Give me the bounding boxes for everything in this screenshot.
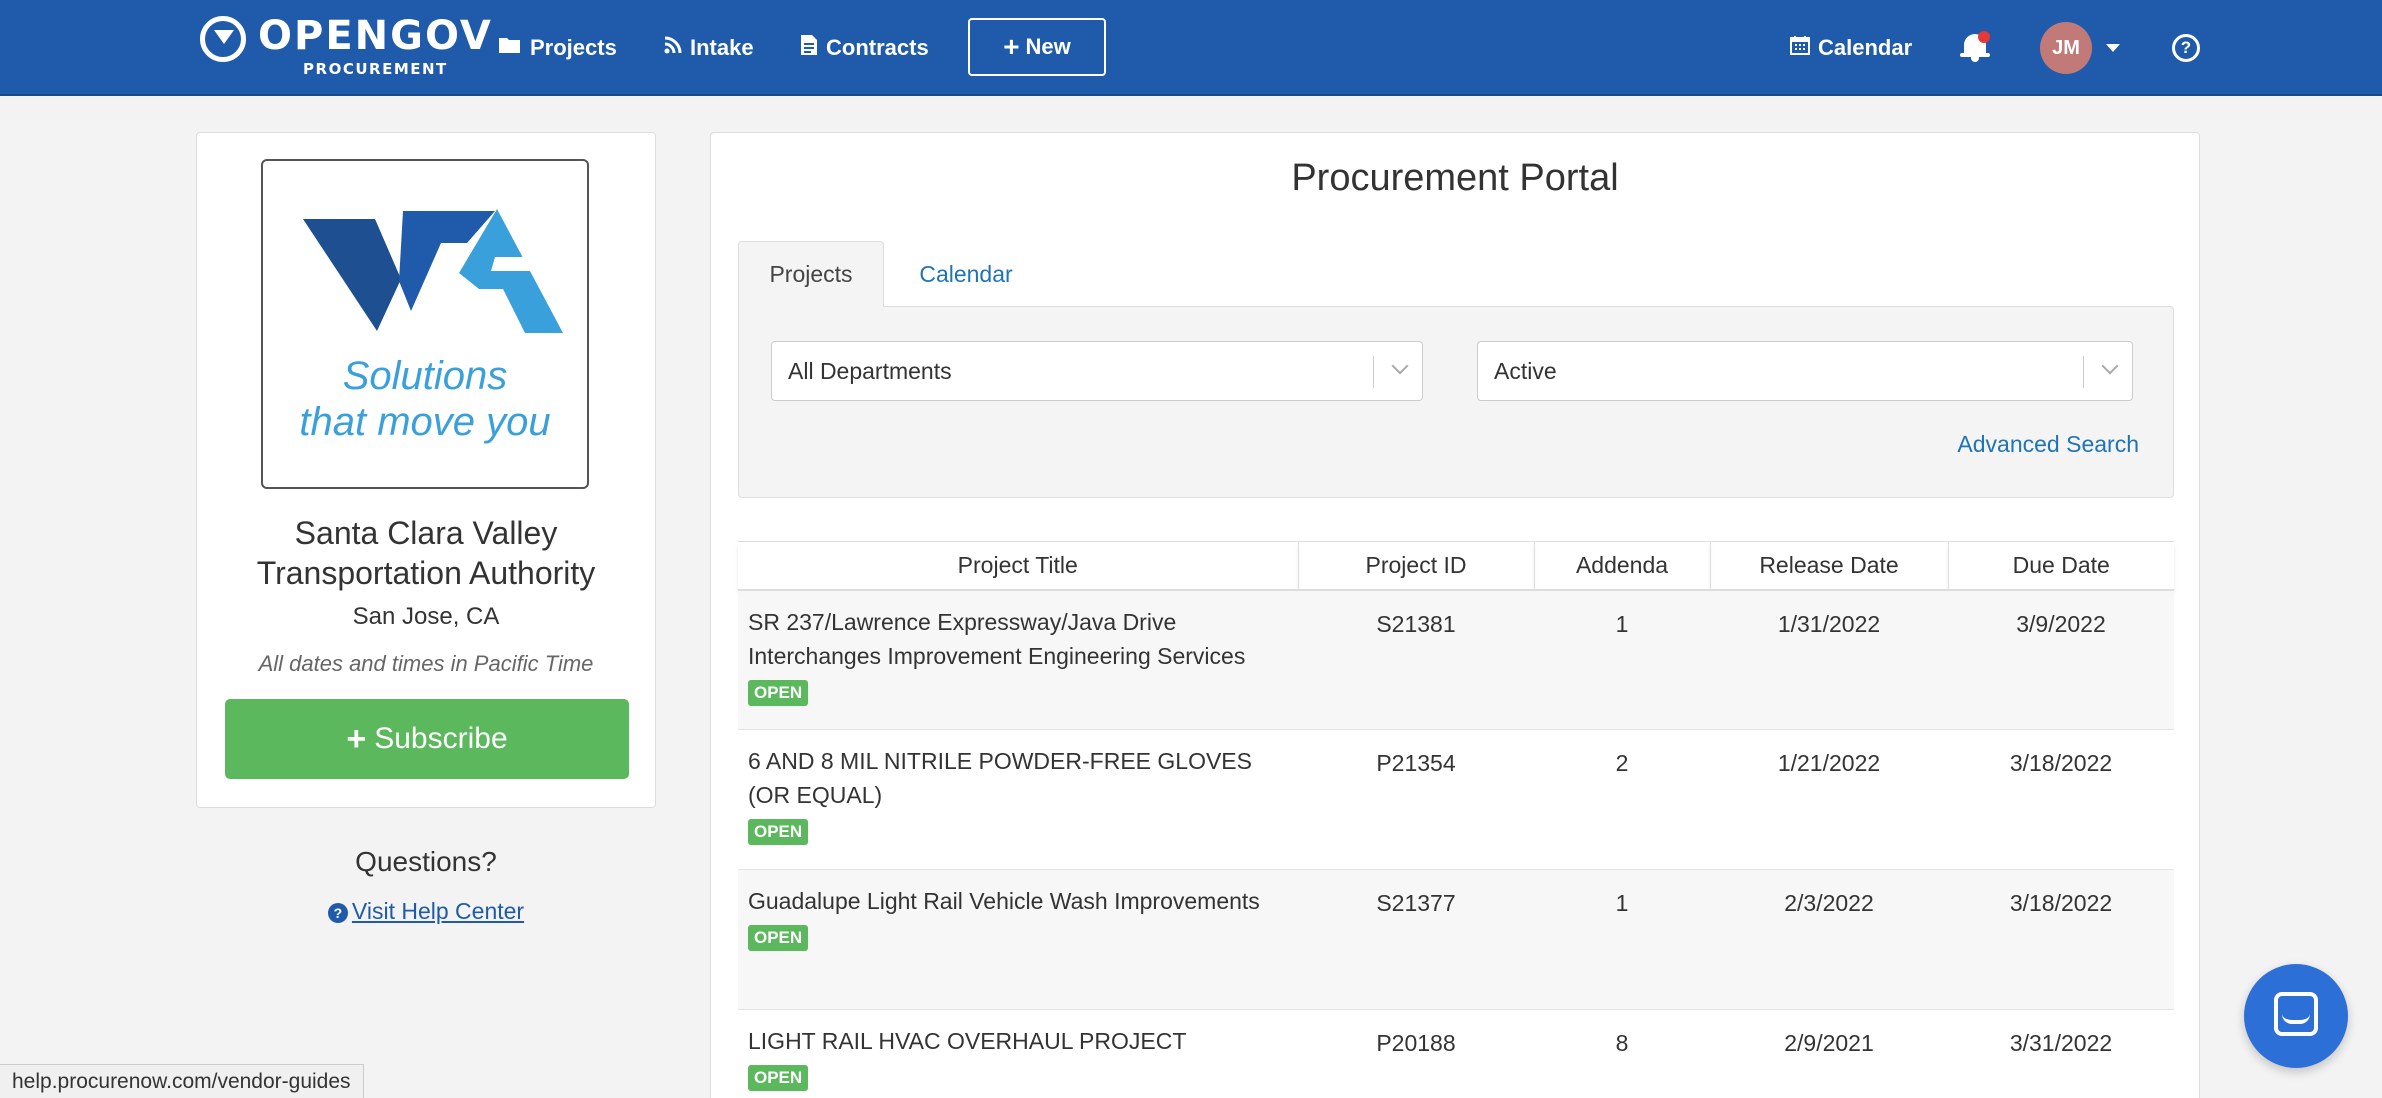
procurement-portal-card: Procurement Portal Projects Calendar All… (710, 132, 2200, 1098)
organization-logo: Solutions that move you (261, 159, 589, 489)
nav-projects-label: Projects (530, 35, 617, 60)
help-icon[interactable]: ? (2172, 34, 2200, 62)
project-id: P21354 (1298, 729, 1534, 870)
nav-projects[interactable]: Projects (498, 30, 617, 66)
project-title-cell[interactable]: SR 237/Lawrence Expressway/Java Drive In… (738, 589, 1298, 730)
calendar-icon (1790, 35, 1810, 61)
page-title: Procurement Portal (1291, 157, 1619, 199)
column-header-addenda[interactable]: Addenda (1533, 541, 1710, 591)
status-select-value: Active (1494, 357, 1557, 384)
folder-icon (498, 35, 522, 61)
subscribe-label: Subscribe (374, 722, 508, 755)
column-header-release-date[interactable]: Release Date (1709, 541, 1948, 591)
column-header-id[interactable]: Project ID (1297, 541, 1534, 591)
nav-intake-label: Intake (690, 35, 754, 60)
opengov-logo-icon (200, 16, 246, 62)
nav-intake[interactable]: Intake (664, 30, 754, 66)
project-release-date: 2/3/2022 (1710, 869, 1948, 1010)
column-header-due-date[interactable]: Due Date (1947, 541, 2174, 591)
project-id: S21377 (1298, 869, 1534, 1010)
project-addenda: 1 (1534, 869, 1710, 1010)
status-badge: OPEN (748, 679, 809, 706)
tab-calendar[interactable]: Calendar (896, 241, 1036, 307)
organization-location: San Jose, CA (352, 603, 500, 630)
subscribe-button[interactable]: + Subscribe (225, 699, 629, 779)
table-row[interactable]: 6 AND 8 MIL NITRILE POWDER-FREE GLOVES (… (738, 729, 2174, 870)
projects-table: Project Title Project ID Addenda Release… (738, 541, 2174, 1098)
status-select[interactable]: Active (1477, 341, 2133, 401)
org-name-line-1: Santa Clara Valley (294, 515, 558, 551)
project-title[interactable]: LIGHT RAIL HVAC OVERHAUL PROJECT (748, 1024, 1288, 1058)
brand-main: OPENGOV (258, 13, 493, 59)
project-id: S21381 (1298, 589, 1534, 730)
plus-icon: + (346, 719, 367, 758)
project-title-cell[interactable]: 6 AND 8 MIL NITRILE POWDER-FREE GLOVES (… (738, 729, 1298, 870)
table-row[interactable]: LIGHT RAIL HVAC OVERHAUL PROJECT OPEN P2… (738, 1009, 2174, 1098)
tab-projects[interactable]: Projects (738, 241, 884, 307)
project-release-date: 2/9/2021 (1710, 1009, 1948, 1098)
new-button-label: New (1025, 34, 1071, 59)
project-id: P20188 (1298, 1009, 1534, 1098)
project-title-cell[interactable]: Guadalupe Light Rail Vehicle Wash Improv… (738, 869, 1298, 1010)
project-release-date: 1/31/2022 (1710, 589, 1948, 730)
organization-card: Solutions that move you Santa Clara Vall… (196, 132, 656, 808)
status-badge: OPEN (748, 1065, 809, 1091)
help-center-link-label: Visit Help Center (351, 898, 525, 924)
question-circle-icon: ? (327, 903, 348, 923)
file-icon (800, 34, 818, 62)
plus-icon: + (1003, 31, 1020, 62)
project-title[interactable]: Guadalupe Light Rail Vehicle Wash Improv… (748, 884, 1288, 918)
status-badge: OPEN (748, 925, 809, 951)
notification-dot (1978, 31, 1990, 43)
project-title-cell[interactable]: LIGHT RAIL HVAC OVERHAUL PROJECT OPEN (738, 1009, 1298, 1098)
tagline-line-2: that move you (299, 400, 551, 444)
project-due-date: 3/18/2022 (1948, 869, 2174, 1010)
project-addenda: 8 (1534, 1009, 1710, 1098)
questions-heading: Questions? (355, 846, 497, 877)
project-addenda: 1 (1534, 589, 1710, 730)
advanced-search-link[interactable]: Advanced Search (1957, 431, 2139, 458)
org-name-line-2: Transportation Authority (256, 555, 596, 591)
nav-contracts[interactable]: Contracts (800, 30, 929, 66)
department-select[interactable]: All Departments (771, 341, 1423, 401)
tagline-line-1: Solutions (342, 354, 508, 398)
table-row[interactable]: Guadalupe Light Rail Vehicle Wash Improv… (738, 869, 2174, 1010)
vta-logo-mark (303, 209, 563, 333)
browser-status-url: help.procurenow.com/vendor-guides (0, 1064, 364, 1098)
brand-sub: PROCUREMENT (303, 60, 448, 78)
top-navbar: OPENGOV PROCUREMENT Projects Intake Cont… (0, 0, 2382, 96)
table-header-row: Project Title Project ID Addenda Release… (738, 541, 2174, 591)
nav-calendar-label: Calendar (1818, 35, 1913, 60)
nav-calendar[interactable]: Calendar (1790, 30, 1912, 66)
chevron-down-icon (2101, 357, 2119, 375)
new-button[interactable]: + New (968, 18, 1106, 76)
project-due-date: 3/31/2022 (1948, 1009, 2174, 1098)
user-menu-caret-icon[interactable] (2106, 44, 2120, 52)
status-badge: OPEN (748, 819, 809, 845)
project-due-date: 3/18/2022 (1948, 729, 2174, 870)
rss-icon (664, 36, 682, 60)
project-release-date: 1/21/2022 (1710, 729, 1948, 870)
column-header-title[interactable]: Project Title (738, 541, 1298, 591)
chevron-down-icon (1391, 357, 1409, 375)
opengov-logo[interactable]: OPENGOV PROCUREMENT (200, 14, 493, 84)
help-center-link[interactable]: ? Visit Help Center (196, 898, 656, 925)
timezone-note: All dates and times in Pacific Time (258, 651, 594, 676)
filter-panel: All Departments Active Advanced Search (738, 306, 2174, 498)
chat-launcher-button[interactable] (2244, 964, 2348, 1068)
notification-bell-icon[interactable] (1960, 30, 1990, 64)
project-addenda: 2 (1534, 729, 1710, 870)
user-avatar[interactable]: JM (2040, 22, 2092, 74)
project-due-date: 3/9/2022 (1948, 589, 2174, 730)
organization-name: Santa Clara Valley Transportation Author… (197, 513, 655, 593)
table-row[interactable]: SR 237/Lawrence Expressway/Java Drive In… (738, 589, 2174, 730)
project-title[interactable]: SR 237/Lawrence Expressway/Java Drive In… (748, 605, 1288, 673)
department-select-value: All Departments (788, 357, 952, 384)
nav-contracts-label: Contracts (826, 35, 929, 60)
project-title[interactable]: 6 AND 8 MIL NITRILE POWDER-FREE GLOVES (… (748, 744, 1288, 812)
